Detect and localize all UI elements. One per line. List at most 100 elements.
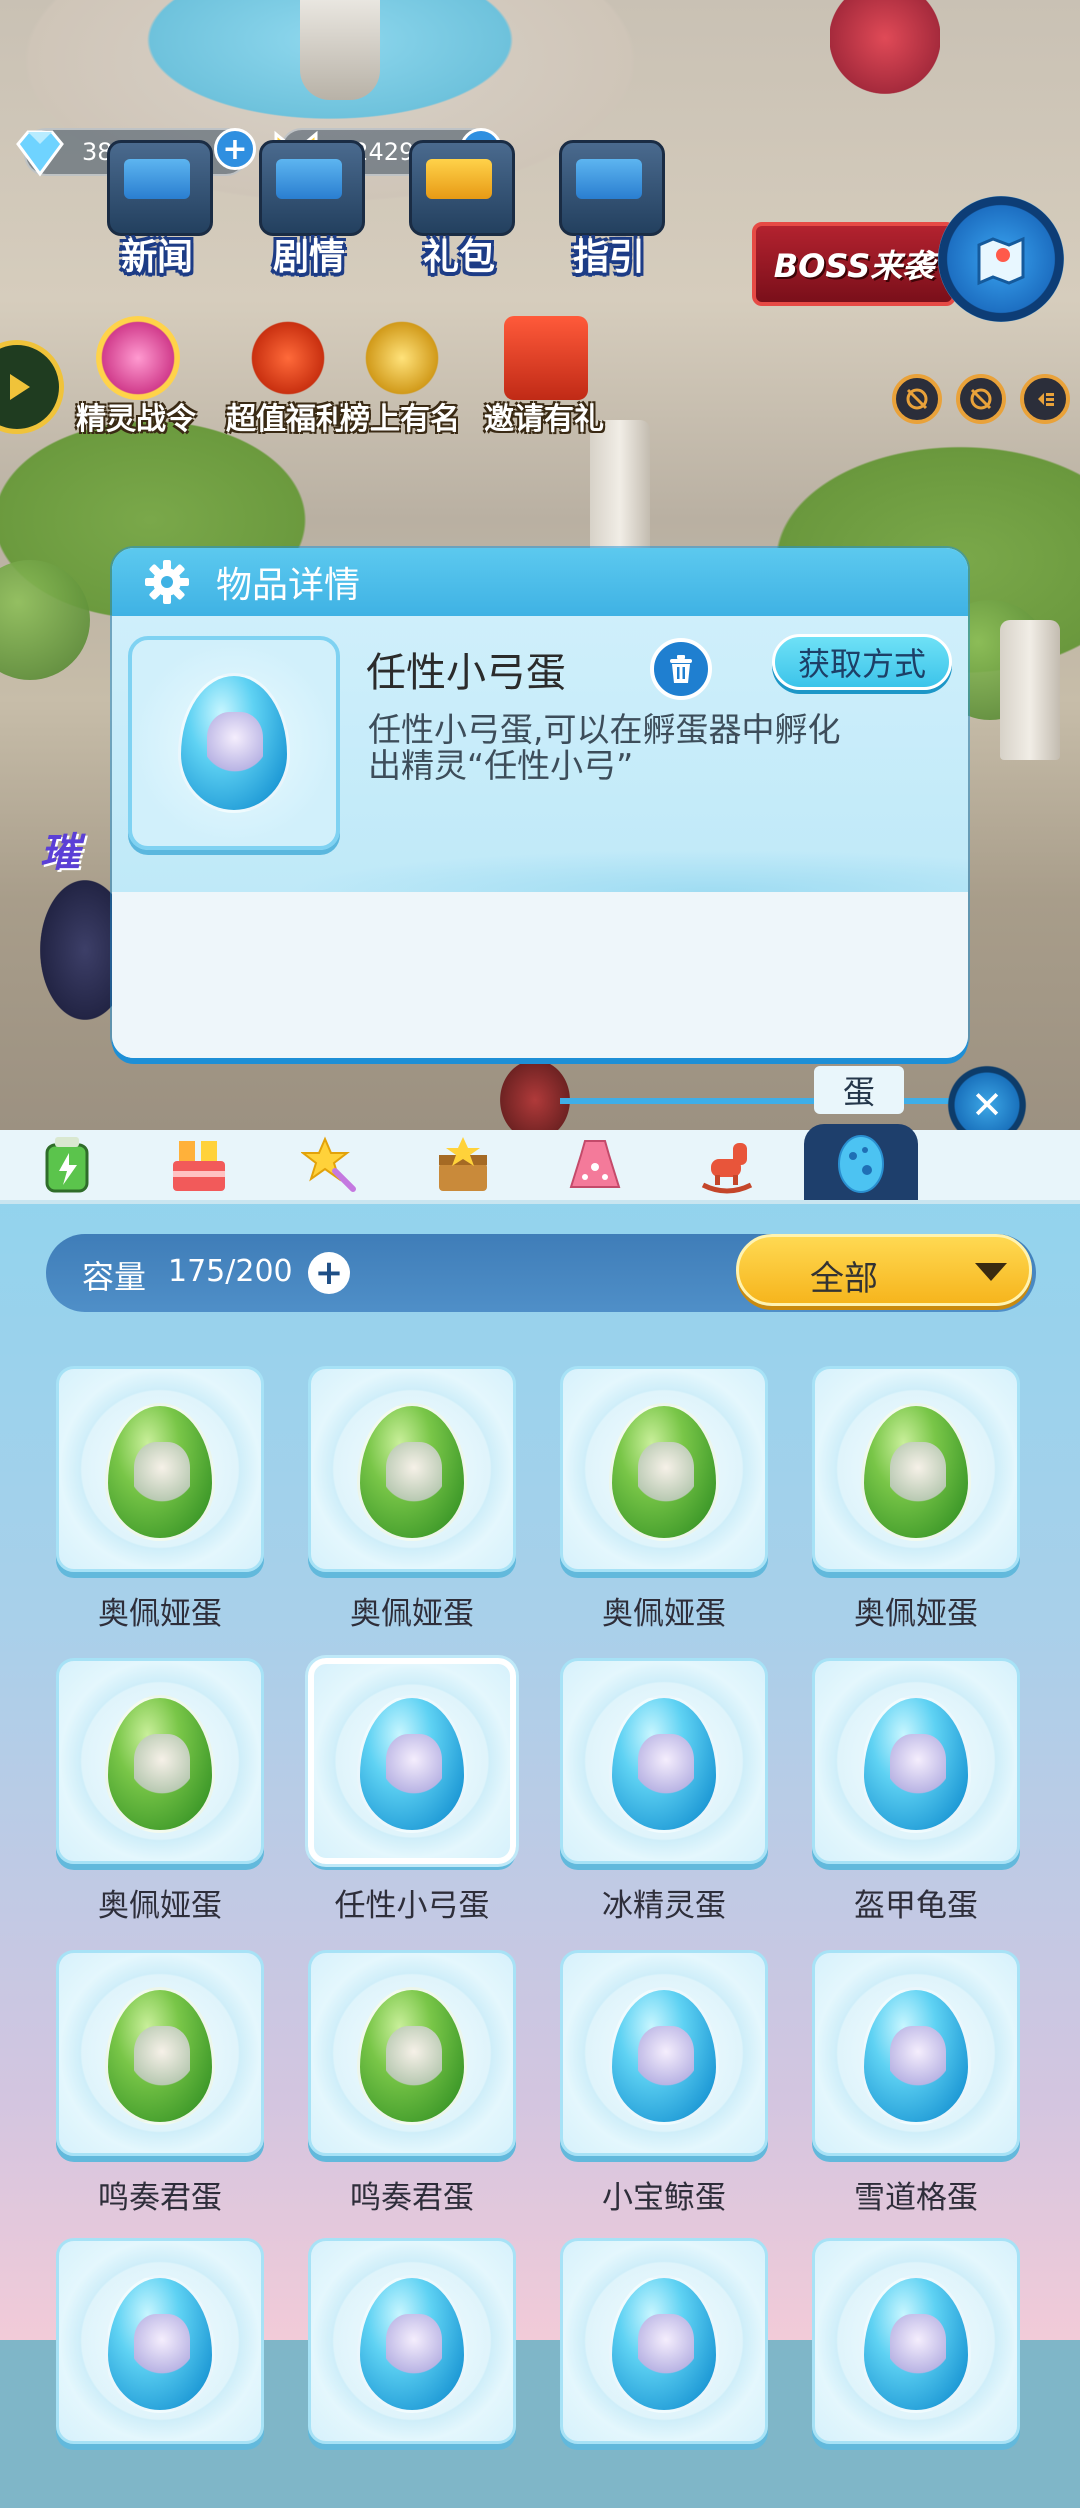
item-name: 任性小弓蛋 (366, 650, 566, 696)
tab-toys[interactable] (672, 1130, 782, 1200)
egg-cell[interactable]: 雪道格蛋 (812, 1950, 1020, 2220)
filter-dropdown[interactable]: 全部 (736, 1234, 1032, 1306)
story-icon (259, 140, 365, 236)
egg-icon (357, 1695, 467, 1833)
item-detail-popup: 物品详情 任性小弓蛋 获取方式 任性小弓蛋,可以在孵蛋器中孵化 出精灵“任性小弓… (112, 548, 968, 1058)
play-button[interactable] (0, 340, 64, 434)
item-thumbnail (128, 636, 340, 850)
egg-cell[interactable]: 鸣奏君蛋 (308, 1950, 516, 2220)
gift-pack-button[interactable]: 礼包 (384, 140, 534, 278)
egg-cell-box (308, 1366, 516, 1572)
egg-cell[interactable]: 任性小弓蛋 (308, 1658, 516, 1928)
obtain-method-button[interactable]: 获取方式 (772, 634, 952, 690)
tab-eggs[interactable] (804, 1124, 918, 1200)
purple-sign: 璀 (40, 830, 80, 876)
gift-box-icon (173, 1141, 225, 1191)
tab-chests[interactable] (408, 1130, 518, 1200)
egg-icon (357, 1987, 467, 2125)
egg-cell-box (560, 1658, 768, 1864)
egg-cell-box (308, 1950, 516, 2156)
egg-cell[interactable]: 小宝鲸蛋 (560, 1950, 768, 2220)
news-icon (107, 140, 213, 236)
bag-panel: 蛋 ✕ 容量 175/200 + 全部 奥佩娅蛋 奥佩娅蛋 奥佩娅蛋 奥佩娅蛋 … (0, 1060, 1080, 2444)
egg-cell-partial[interactable] (308, 2238, 516, 2508)
tab-energy[interactable] (12, 1130, 122, 1200)
egg-icon (861, 1695, 971, 1833)
egg-cell[interactable]: 奥佩娅蛋 (812, 1366, 1020, 1636)
egg-cell-label: 奥佩娅蛋 (350, 1596, 474, 1632)
tree (0, 560, 90, 680)
egg-cell-label: 奥佩娅蛋 (98, 1888, 222, 1924)
egg-icon (105, 1695, 215, 1833)
description-line: 任性小弓蛋,可以在孵蛋器中孵化 (368, 710, 841, 749)
fountain-statue (300, 0, 380, 100)
egg-cell[interactable]: 冰精灵蛋 (560, 1658, 768, 1928)
egg-cell[interactable]: 盔甲龟蛋 (812, 1658, 1020, 1928)
egg-icon (105, 1987, 215, 2125)
chevron-down-icon (975, 1263, 1007, 1281)
capacity-label: 容量 (82, 1258, 147, 1296)
stone-column (1000, 620, 1060, 760)
walking-character[interactable] (500, 1060, 570, 1130)
mute-sound-button[interactable] (956, 374, 1006, 424)
egg-icon (861, 1987, 971, 2125)
boss-banner[interactable]: BOSS来袭 (752, 222, 956, 306)
bag-tabbar (0, 1124, 1080, 1204)
trash-icon (670, 655, 692, 683)
battle-pass-button[interactable]: 精灵战令 (66, 316, 206, 446)
music-off-icon (906, 388, 928, 410)
detail-title: 物品详情 (216, 565, 361, 606)
tab-costumes[interactable] (540, 1130, 650, 1200)
egg-cell-box (812, 1950, 1020, 2156)
egg-cell-label: 奥佩娅蛋 (98, 1596, 222, 1632)
egg-cell[interactable]: 奥佩娅蛋 (56, 1366, 264, 1636)
diamond-icon (16, 130, 64, 177)
egg-cell-box (812, 1366, 1020, 1572)
egg-cell[interactable]: 鸣奏君蛋 (56, 1950, 264, 2220)
invite-button[interactable]: 邀请有礼 (474, 316, 614, 446)
tab-props[interactable] (276, 1130, 386, 1200)
guide-button[interactable]: 指引 (534, 140, 684, 278)
expand-capacity-button[interactable]: + (308, 1252, 350, 1294)
egg-cell[interactable]: 奥佩娅蛋 (560, 1366, 768, 1636)
egg-cell-box (560, 1950, 768, 2156)
egg-cell-box (56, 1950, 264, 2156)
robot-character[interactable] (830, 0, 940, 95)
mute-music-button[interactable] (892, 374, 942, 424)
egg-icon (609, 1403, 719, 1541)
expand-menu-button[interactable] (1020, 374, 1070, 424)
egg-cell-label: 冰精灵蛋 (602, 1888, 726, 1924)
guide-icon (559, 140, 665, 236)
gift-pack-icon (409, 140, 515, 236)
description-line: 出精灵“任性小弓” (368, 746, 634, 786)
news-button[interactable]: 新闻 (82, 140, 232, 278)
ranking-button[interactable]: 榜上有名 (330, 316, 470, 446)
egg-cell[interactable]: 奥佩娅蛋 (308, 1366, 516, 1636)
egg-cell-partial[interactable] (56, 2238, 264, 2508)
welfare-icon (246, 316, 330, 400)
egg-icon (609, 1987, 719, 2125)
invite-icon (504, 316, 588, 400)
egg-cell-partial[interactable] (812, 2238, 1020, 2508)
egg-cell-box (560, 1366, 768, 1572)
egg-cell-label: 小宝鲸蛋 (602, 2180, 726, 2216)
egg-cell-partial[interactable] (560, 2238, 768, 2508)
play-icon (10, 374, 30, 400)
egg-cell-label: 奥佩娅蛋 (602, 1596, 726, 1632)
egg-cell[interactable]: 奥佩娅蛋 (56, 1658, 264, 1928)
egg-icon (861, 1403, 971, 1541)
egg-icon (105, 1403, 215, 1541)
egg-cell-box (308, 1658, 516, 1864)
star-chest-icon (439, 1137, 487, 1191)
active-tab-tooltip: 蛋 (814, 1066, 904, 1114)
tab-boxes[interactable] (144, 1130, 254, 1200)
egg-cell-label: 盔甲龟蛋 (854, 1888, 978, 1924)
egg-cell-label: 鸣奏君蛋 (98, 2180, 222, 2216)
capacity-value: 175/200 (168, 1254, 293, 1289)
rocking-horse-icon (701, 1143, 753, 1194)
battery-icon (45, 1137, 89, 1193)
story-button[interactable]: 剧情 (234, 140, 384, 278)
map-button[interactable] (938, 196, 1064, 322)
trophy-icon (360, 316, 444, 400)
discard-button[interactable] (650, 638, 712, 700)
